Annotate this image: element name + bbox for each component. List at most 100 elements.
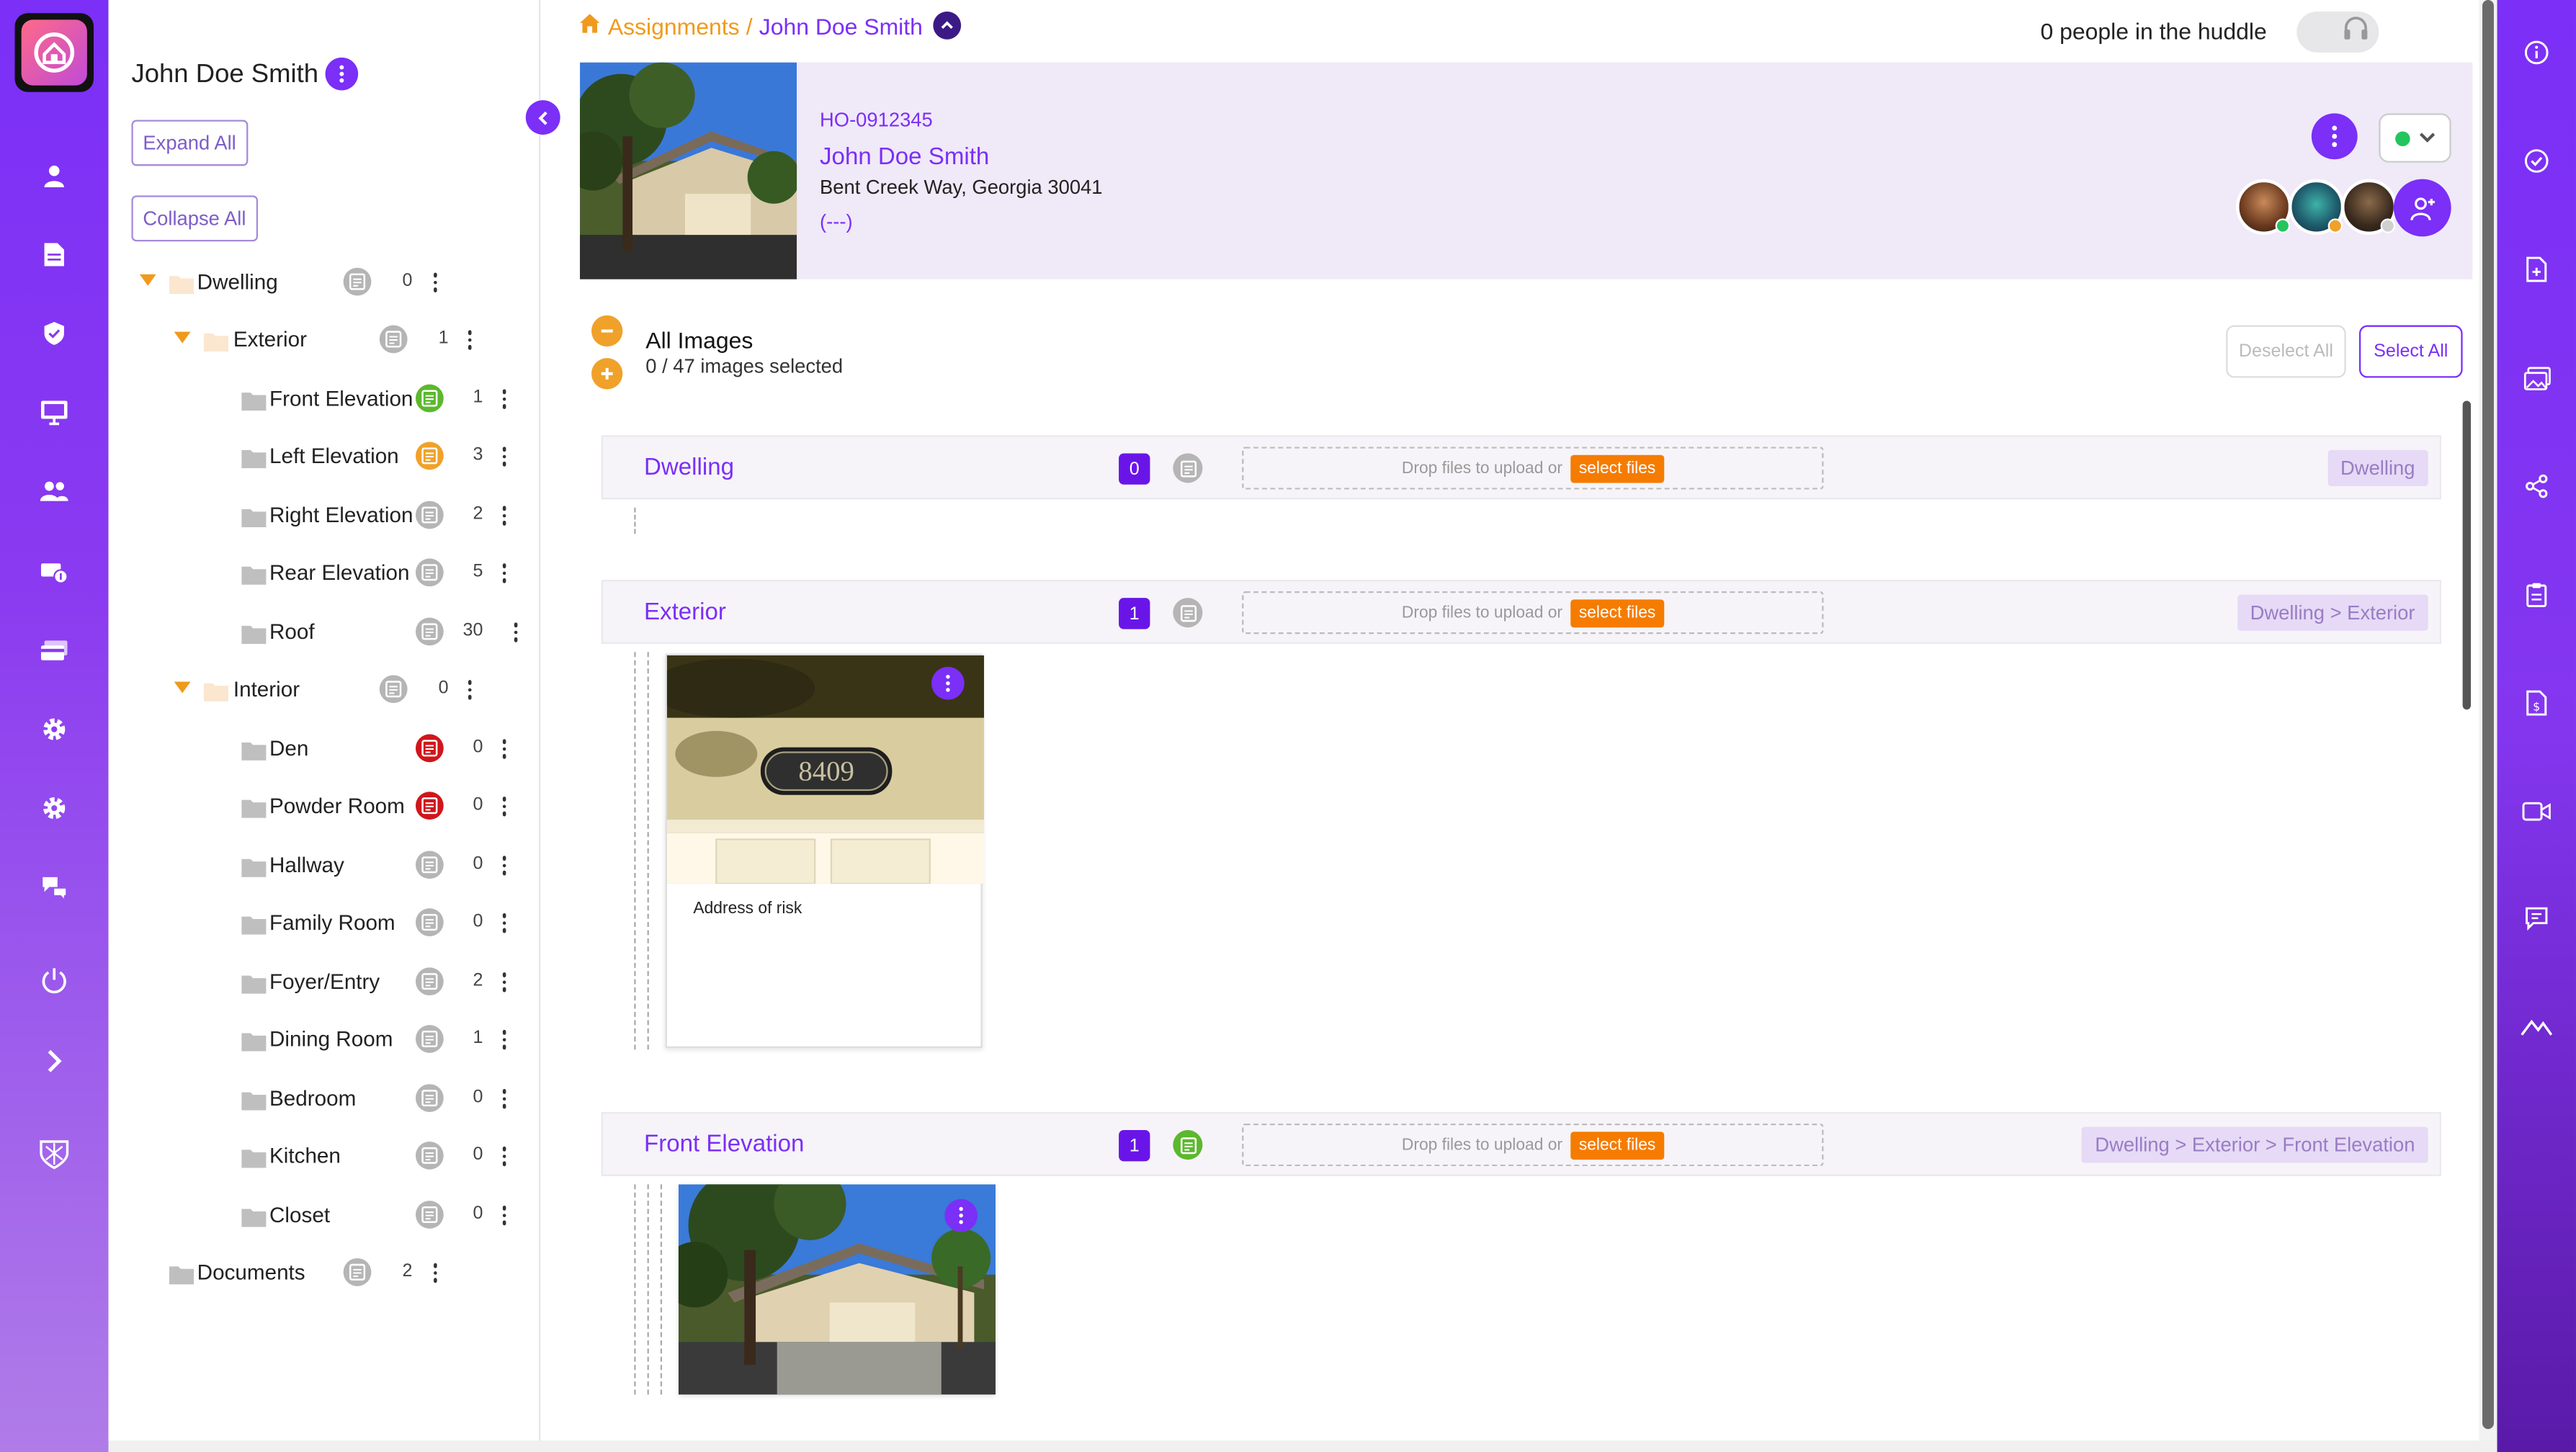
tree-item[interactable]: Left Elevation 3: [109, 432, 541, 481]
tree-menu-button[interactable]: [325, 57, 359, 91]
caret-down-icon[interactable]: [139, 274, 156, 286]
avatar[interactable]: [2235, 179, 2292, 236]
card-menu-button[interactable]: [2311, 113, 2358, 160]
group-icon[interactable]: [35, 472, 74, 511]
image-card[interactable]: 8409 Address of risk: [665, 653, 985, 1049]
file-add-icon[interactable]: [2517, 250, 2557, 290]
add-user-button[interactable]: [2393, 179, 2451, 237]
tree-item[interactable]: Family Room 0: [109, 898, 541, 947]
avatar[interactable]: [2288, 179, 2345, 236]
tree-item[interactable]: Dwelling 0: [109, 258, 541, 307]
gear-icon[interactable]: [35, 709, 74, 749]
tree-item-menu-icon[interactable]: [511, 618, 521, 647]
tree-item[interactable]: Bedroom 0: [109, 1075, 541, 1124]
notes-icon[interactable]: [415, 792, 444, 820]
chat-icon[interactable]: [2517, 898, 2557, 938]
caret-down-icon[interactable]: [174, 681, 191, 694]
notes-icon[interactable]: [1173, 1130, 1203, 1160]
tree-item[interactable]: Foyer/Entry 2: [109, 958, 541, 1007]
tree-item-menu-icon[interactable]: [499, 734, 509, 763]
share-icon[interactable]: [2517, 467, 2557, 506]
tree-item[interactable]: Documents 2: [109, 1248, 541, 1297]
file-drop-zone[interactable]: Drop files to upload or select files: [1242, 591, 1824, 635]
image-menu-button[interactable]: [931, 666, 965, 700]
tree-item-menu-icon[interactable]: [499, 1142, 509, 1171]
notes-icon[interactable]: [415, 967, 444, 996]
notes-icon[interactable]: [415, 558, 444, 587]
tree-item-menu-icon[interactable]: [499, 908, 509, 938]
power-icon[interactable]: [35, 961, 74, 1000]
tree-item-menu-icon[interactable]: [431, 268, 441, 297]
tree-item-menu-icon[interactable]: [431, 1258, 441, 1288]
tree-item-menu-icon[interactable]: [499, 967, 509, 997]
caret-down-icon[interactable]: [174, 331, 191, 344]
chevron-right-icon[interactable]: [35, 1041, 74, 1081]
content-scrollbar-thumb[interactable]: [2462, 400, 2472, 710]
tree-item[interactable]: Hallway 0: [109, 841, 541, 890]
file-dollar-icon[interactable]: $: [2517, 684, 2557, 723]
notes-icon[interactable]: [415, 384, 444, 413]
gear-alt-icon[interactable]: [35, 789, 74, 828]
avatar[interactable]: [2340, 179, 2397, 236]
tree-item[interactable]: Rear Elevation 5: [109, 549, 541, 598]
notes-icon[interactable]: [343, 267, 372, 296]
tree-item-menu-icon[interactable]: [499, 501, 509, 531]
expand-all-images-button[interactable]: [591, 358, 623, 390]
user-icon[interactable]: [35, 156, 74, 196]
tree-item-menu-icon[interactable]: [499, 558, 509, 588]
notes-icon[interactable]: [415, 1084, 444, 1112]
tree-item[interactable]: Exterior 1: [109, 315, 541, 364]
insured-name[interactable]: John Doe Smith: [820, 145, 989, 171]
notes-icon[interactable]: [379, 675, 408, 704]
huddle-toggle[interactable]: [2297, 11, 2379, 53]
tree-item[interactable]: Den 0: [109, 725, 541, 774]
select-files-button[interactable]: select files: [1570, 454, 1664, 483]
document-icon[interactable]: [35, 235, 74, 274]
collapse-all-button[interactable]: Collapse All: [131, 195, 258, 242]
notes-icon[interactable]: [415, 617, 444, 646]
tree-item-menu-icon[interactable]: [499, 792, 509, 821]
status-select[interactable]: [2379, 113, 2451, 163]
tree-item-menu-icon[interactable]: [499, 1025, 509, 1054]
tree-item[interactable]: Kitchen 0: [109, 1131, 541, 1180]
tree-item-menu-icon[interactable]: [499, 385, 509, 414]
tree-item[interactable]: Dining Room 1: [109, 1015, 541, 1064]
tree-item[interactable]: Right Elevation 2: [109, 491, 541, 540]
notes-icon[interactable]: [415, 908, 444, 936]
notes-icon[interactable]: [415, 851, 444, 879]
notes-icon[interactable]: [415, 1201, 444, 1229]
property-thumbnail[interactable]: [563, 62, 800, 279]
assignment-id[interactable]: HO-0912345: [820, 109, 933, 132]
bottom-scrollbar[interactable]: [108, 1440, 2497, 1452]
breadcrumb-assignments-link[interactable]: Assignments: [608, 12, 740, 38]
chevron-up-icon[interactable]: [932, 11, 961, 40]
check-circle-icon[interactable]: [2517, 141, 2557, 181]
notes-icon[interactable]: [1173, 453, 1203, 483]
tree-item[interactable]: Powder Room 0: [109, 782, 541, 831]
tree-item-menu-icon[interactable]: [465, 326, 475, 355]
home-icon[interactable]: [578, 12, 601, 40]
notes-icon[interactable]: [415, 442, 444, 470]
notes-icon[interactable]: [415, 734, 444, 763]
notes-icon[interactable]: [1173, 598, 1203, 628]
select-all-button[interactable]: Select All: [2358, 325, 2463, 378]
card-icon[interactable]: [35, 631, 74, 671]
notes-icon[interactable]: [415, 1025, 444, 1053]
tree-item-menu-icon[interactable]: [499, 851, 509, 880]
expand-all-button[interactable]: Expand All: [131, 120, 248, 166]
clipboard-icon[interactable]: [2517, 575, 2557, 614]
select-files-button[interactable]: select files: [1570, 1131, 1664, 1159]
video-icon[interactable]: [2517, 792, 2557, 831]
notes-icon[interactable]: [343, 1258, 372, 1286]
monitor-icon[interactable]: [35, 393, 74, 432]
tree-item-menu-icon[interactable]: [499, 1201, 509, 1230]
tree-item-menu-icon[interactable]: [465, 675, 475, 704]
info-icon[interactable]: [2517, 33, 2557, 73]
shield-icon[interactable]: [35, 314, 74, 354]
notes-icon[interactable]: [415, 501, 444, 529]
tree-item[interactable]: Roof 30: [109, 608, 541, 657]
deselect-all-button[interactable]: Deselect All: [2226, 325, 2346, 378]
money-icon[interactable]: [35, 552, 74, 591]
mountain-icon[interactable]: [2517, 1007, 2557, 1047]
app-logo[interactable]: [14, 13, 94, 92]
